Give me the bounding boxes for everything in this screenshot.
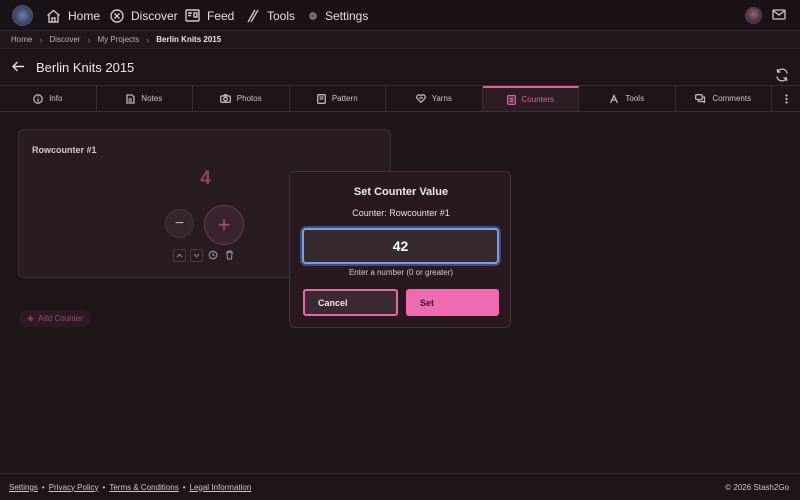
- set-counter-dialog: Set Counter Value Counter: Rowcounter #1…: [289, 171, 511, 328]
- comments-icon: [695, 94, 706, 103]
- decrement-button[interactable]: −: [165, 209, 194, 238]
- footer: Settings • Privacy Policy • Terms & Cond…: [0, 473, 800, 500]
- chevron-up-button[interactable]: [173, 249, 186, 262]
- breadcrumb-home[interactable]: Home: [11, 35, 32, 44]
- chevron-down-button[interactable]: [190, 249, 203, 262]
- app-logo[interactable]: [12, 5, 33, 26]
- nav-item-settings[interactable]: Settings: [308, 0, 368, 31]
- home-icon: [47, 9, 60, 23]
- input-hint: Enter a number (0 or greater): [348, 268, 454, 277]
- cancel-button[interactable]: Cancel: [303, 289, 398, 316]
- note-icon: [126, 93, 135, 104]
- counter-value-input[interactable]: [302, 228, 499, 264]
- project-tabs: Info Notes Photos Pattern Yarns Counters…: [0, 85, 800, 112]
- copyright: © 2026 Stash2Go: [725, 483, 789, 492]
- nav-item-discover[interactable]: Discover: [110, 0, 178, 31]
- add-counter-button[interactable]: Add Counter: [19, 310, 91, 327]
- nav-item-feed[interactable]: Feed: [185, 0, 234, 31]
- nav-item-label: Feed: [207, 8, 235, 23]
- tab-label: Yarns: [431, 94, 452, 103]
- nav-item-tools[interactable]: Tools: [246, 0, 295, 31]
- mail-icon[interactable]: [772, 9, 786, 20]
- back-arrow-icon[interactable]: [12, 61, 25, 72]
- trash-icon[interactable]: [225, 250, 234, 260]
- footer-link-privacy[interactable]: Privacy Policy: [49, 483, 99, 492]
- breadcrumb: Home › Discover › My Projects › Berlin K…: [0, 31, 800, 49]
- chevron-down-icon: [193, 253, 200, 258]
- user-avatar[interactable]: [745, 7, 762, 24]
- tab-label: Photos: [236, 94, 262, 103]
- tools-icon: [610, 93, 619, 103]
- tools-icon: [247, 9, 259, 22]
- chevron-right-icon: ›: [87, 34, 91, 45]
- tab-label: Tools: [625, 94, 645, 103]
- dialog-title: Set Counter Value: [353, 186, 449, 198]
- nav-item-label: Tools: [267, 8, 296, 23]
- breadcrumb-my-projects[interactable]: My Projects: [97, 35, 139, 44]
- tab-label: Notes: [141, 94, 163, 103]
- more-options-button[interactable]: [772, 86, 800, 111]
- reset-icon[interactable]: [208, 250, 218, 260]
- tab-label: Counters: [521, 95, 554, 104]
- chevron-up-icon: [176, 253, 183, 258]
- footer-link-legal[interactable]: Legal Information: [190, 483, 252, 492]
- plus-icon: [27, 315, 34, 322]
- refresh-icon[interactable]: [775, 68, 789, 82]
- nav-item-label: Discover: [131, 8, 178, 23]
- page-title: Berlin Knits 2015: [36, 60, 135, 75]
- chevron-right-icon: ›: [146, 34, 150, 45]
- breadcrumb-current: Berlin Knits 2015: [156, 35, 222, 44]
- minus-icon: −: [174, 214, 185, 232]
- tab-notes[interactable]: Notes: [97, 86, 193, 111]
- compass-icon: [110, 8, 124, 23]
- breadcrumb-discover[interactable]: Discover: [49, 35, 80, 44]
- tab-counters[interactable]: Counters: [482, 86, 579, 111]
- counter-icon: [506, 94, 516, 105]
- tab-comments[interactable]: Comments: [676, 86, 772, 111]
- yarn-icon: [415, 94, 426, 103]
- title-row: Berlin Knits 2015: [0, 49, 800, 85]
- tab-label: Info: [49, 94, 63, 103]
- footer-link-terms[interactable]: Terms & Conditions: [109, 483, 178, 492]
- add-counter-label: Add Counter: [38, 314, 83, 323]
- tab-yarns[interactable]: Yarns: [386, 86, 483, 111]
- nav-item-label: Home: [68, 8, 101, 23]
- chevron-right-icon: ›: [39, 34, 43, 45]
- pattern-icon: [316, 93, 326, 104]
- gear-icon: [309, 11, 317, 20]
- dialog-subtitle: Counter: Rowcounter #1: [352, 208, 450, 218]
- nav-item-label: Settings: [325, 8, 369, 23]
- set-button[interactable]: Set: [406, 289, 499, 316]
- camera-icon: [219, 94, 231, 103]
- more-vertical-icon: [784, 93, 788, 104]
- top-navigation: Home Discover Feed Tools Settings: [0, 0, 800, 31]
- nav-item-home[interactable]: Home: [46, 0, 100, 31]
- footer-link-settings[interactable]: Settings: [9, 483, 38, 492]
- info-icon: [33, 93, 43, 104]
- plus-icon: +: [217, 212, 231, 237]
- counter-title: Rowcounter #1: [32, 145, 97, 155]
- tab-tools[interactable]: Tools: [579, 86, 676, 111]
- tab-info[interactable]: Info: [0, 86, 97, 111]
- footer-separator: •: [182, 482, 186, 492]
- feed-icon: [185, 9, 200, 22]
- tab-label: Pattern: [331, 94, 358, 103]
- increment-button[interactable]: +: [204, 205, 244, 245]
- footer-separator: •: [41, 482, 45, 492]
- footer-separator: •: [102, 482, 106, 492]
- tab-pattern[interactable]: Pattern: [290, 86, 386, 111]
- tab-label: Comments: [712, 94, 752, 103]
- tab-photos[interactable]: Photos: [193, 86, 290, 111]
